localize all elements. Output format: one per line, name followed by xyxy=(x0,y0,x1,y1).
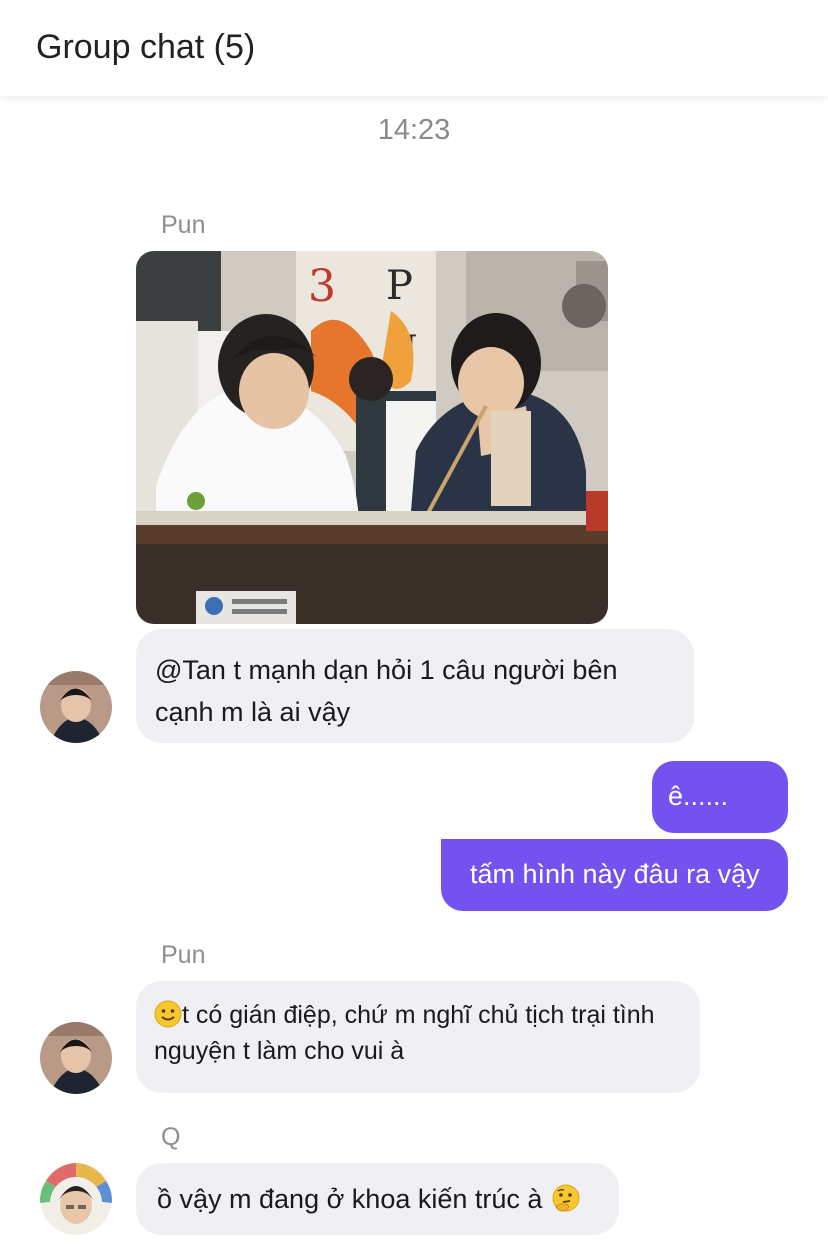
svg-text:P: P xyxy=(386,263,413,309)
avatar-q[interactable] xyxy=(40,1163,112,1235)
thinking-face-icon xyxy=(552,1184,580,1212)
avatar-pun[interactable] xyxy=(40,671,112,743)
outgoing-message[interactable]: tấm hình này đâu ra vậy xyxy=(441,839,788,911)
classroom-photo-image: 3 P N xyxy=(136,251,608,624)
incoming-message[interactable]: t có gián điệp, chứ m nghĩ chủ tịch trại… xyxy=(136,981,700,1093)
incoming-message[interactable]: @Tan t mạnh dạn hỏi 1 câu người bên cạnh… xyxy=(136,629,694,743)
message-text: t có gián điệp, chứ m nghĩ chủ tịch trại… xyxy=(154,1001,655,1065)
chat-title[interactable]: Group chat (5) xyxy=(36,28,255,67)
sender-name: Pun xyxy=(161,941,206,969)
sender-name: Q xyxy=(161,1123,181,1151)
incoming-message[interactable]: ồ vậy m đang ở khoa kiến trúc à xyxy=(136,1163,619,1235)
avatar-pun[interactable] xyxy=(40,1022,112,1094)
message-timestamp: 14:23 xyxy=(377,114,451,146)
message-text: ồ vậy m đang ở khoa kiến trúc à xyxy=(157,1184,543,1214)
photo-message[interactable]: 3 P N xyxy=(136,251,608,624)
avatar-image xyxy=(40,671,112,743)
chat-header: Group chat (5) xyxy=(0,0,828,96)
slightly-smiling-face-icon xyxy=(154,1000,182,1028)
svg-text:3: 3 xyxy=(308,261,336,312)
outgoing-message[interactable]: ê...... xyxy=(652,761,788,833)
avatar-image xyxy=(40,1022,112,1094)
avatar-image xyxy=(40,1163,112,1235)
sender-name: Pun xyxy=(161,211,206,239)
